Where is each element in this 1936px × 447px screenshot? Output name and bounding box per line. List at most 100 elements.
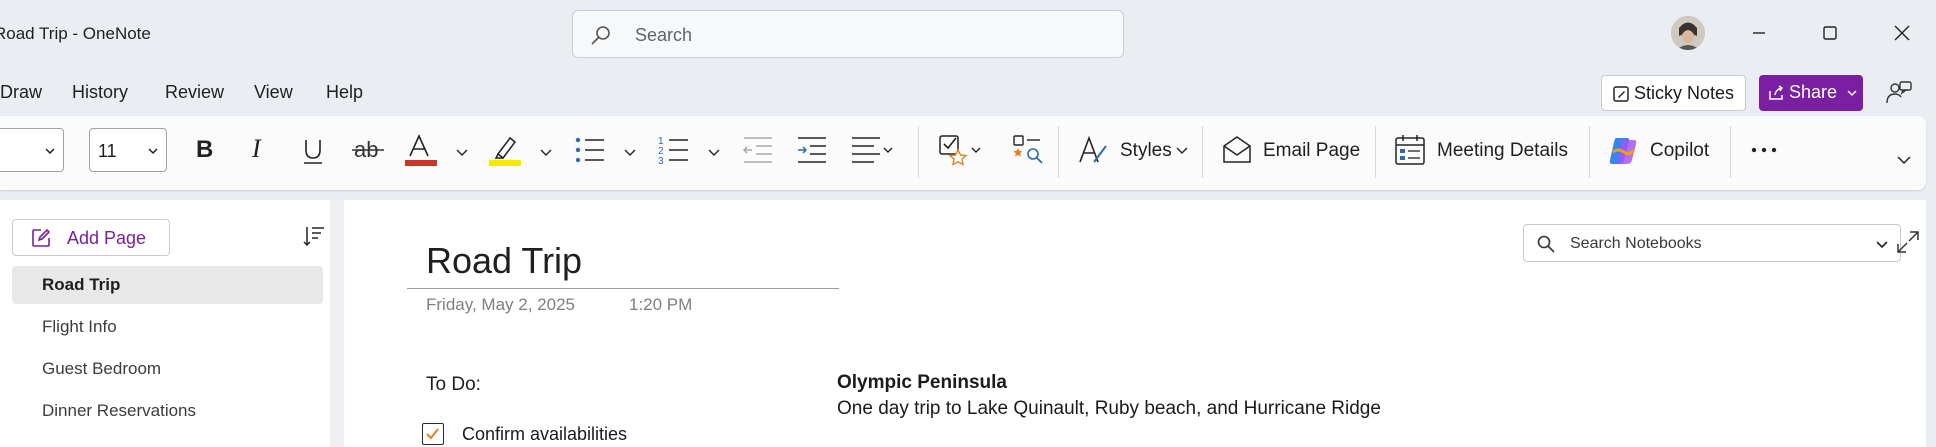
page-date: Friday, May 2, 2025 [426,295,575,314]
highlight-dropdown[interactable] [540,134,552,170]
copilot-label[interactable]: Copilot [1650,140,1709,162]
copilot-icon [1609,138,1637,164]
bold-button[interactable]: B [192,134,220,170]
sticky-note-icon [1613,86,1629,102]
tag-button[interactable] [938,134,984,170]
font-color-button[interactable] [404,134,438,170]
ribbon-separator [918,126,919,178]
styles-label[interactable]: Styles [1120,140,1172,162]
email-page-button[interactable] [1222,134,1252,170]
svg-text:3: 3 [658,156,664,167]
ribbon-separator [1058,126,1059,178]
chevron-down-icon [148,148,158,155]
chevron-down-icon [708,149,720,156]
chevron-down-icon [540,149,552,156]
calendar-icon [1395,135,1425,165]
highlighter-icon [489,136,521,166]
sticky-notes-button[interactable]: Sticky Notes [1601,75,1746,111]
note-text[interactable]: One day trip to Lake Quinault, Ruby beac… [837,398,1381,420]
todo-heading[interactable]: To Do: [426,374,481,396]
note-heading[interactable]: Olympic Peninsula [837,372,1007,394]
menu-review[interactable]: Review [165,82,224,103]
avatar[interactable] [1671,16,1705,50]
ribbon-separator [1730,126,1731,178]
underline-button[interactable] [299,134,327,170]
page-item-label: Road Trip [42,275,121,294]
strikethrough-icon: ab [352,137,384,162]
decrease-indent-icon [742,137,772,163]
numbering-button[interactable]: 123 [658,134,690,170]
align-left-icon [852,137,893,163]
styles-button[interactable] [1078,134,1110,170]
share-button[interactable]: Share [1759,75,1863,111]
italic-button[interactable]: I [247,134,271,170]
share-label: Share [1789,82,1838,102]
bold-icon: B [196,136,213,163]
styles-icon [1079,135,1107,163]
font-name-dropdown[interactable] [0,128,64,172]
search-icon [591,26,610,45]
menu-view[interactable]: View [254,82,293,103]
font-color-dropdown[interactable] [456,134,468,170]
todo-checkbox[interactable] [422,423,444,445]
add-page-button[interactable]: Add Page [12,219,170,256]
todo-item-label[interactable]: Confirm availabilities [462,424,627,445]
minimize-icon[interactable] [1744,18,1774,48]
paragraph-align-button[interactable] [850,134,896,170]
numbered-list-icon: 123 [658,136,688,167]
numbering-dropdown[interactable] [708,134,720,170]
meeting-details-label[interactable]: Meeting Details [1437,140,1568,162]
chevron-down-icon [1176,147,1188,154]
ribbon-collapse-button[interactable] [1896,152,1912,188]
strikethrough-button[interactable]: ab [352,134,384,170]
expand-icon[interactable] [1896,230,1920,254]
chevron-down-icon [624,149,636,156]
add-page-label: Add Page [67,228,147,248]
font-size-dropdown[interactable]: 11 [89,128,167,172]
ribbon-separator [1589,126,1590,178]
bullets-button[interactable] [574,134,606,170]
page-item-label: Flight Info [42,317,117,336]
menu-help[interactable]: Help [326,82,363,103]
more-options-button[interactable] [1750,134,1778,170]
chevron-down-icon [45,148,55,155]
font-color-icon [405,134,437,166]
styles-dropdown[interactable] [1176,134,1188,170]
email-page-label[interactable]: Email Page [1263,140,1360,162]
italic-icon: I [251,134,262,163]
chevron-down-icon [1876,241,1888,249]
page-item-guest-bedroom[interactable]: Guest Bedroom [12,350,323,388]
find-tags-button[interactable] [1012,134,1044,170]
increase-indent-button[interactable] [796,134,828,170]
search-placeholder: Search [635,25,693,45]
page-item-dinner-reservations[interactable]: Dinner Reservations [12,392,323,430]
close-icon[interactable] [1887,18,1917,48]
copilot-button[interactable] [1608,134,1638,170]
meeting-details-button[interactable] [1394,134,1426,170]
bullet-list-icon [575,137,604,163]
checkmark-icon [426,428,439,440]
menu-draw[interactable]: Draw [0,82,42,103]
bullets-dropdown[interactable] [624,134,636,170]
feedback-icon[interactable] [1884,78,1914,108]
more-icon [1751,147,1777,153]
todo-tag-icon [939,135,981,166]
sort-icon[interactable] [302,224,326,248]
page-title[interactable]: Road Trip [426,240,582,282]
add-page-icon [32,228,51,247]
highlight-button[interactable] [488,134,522,170]
search-notebooks-box[interactable]: Search Notebooks [1523,224,1901,262]
decrease-indent-button[interactable] [742,134,774,170]
email-icon [1223,136,1251,163]
search-notebooks-placeholder: Search Notebooks [1570,235,1702,252]
chevron-down-icon [1897,156,1911,165]
search-box[interactable]: Search [572,10,1124,58]
page-item-road-trip[interactable]: Road Trip [12,266,323,304]
menu-history[interactable]: History [72,82,128,103]
page-time: 1:20 PM [629,295,693,314]
chevron-down-icon [456,149,468,156]
page-item-flight-info[interactable]: Flight Info [12,308,323,346]
window-title: Road Trip - OneNote [0,24,151,43]
maximize-icon[interactable] [1815,18,1845,48]
pane-divider[interactable] [330,200,344,447]
